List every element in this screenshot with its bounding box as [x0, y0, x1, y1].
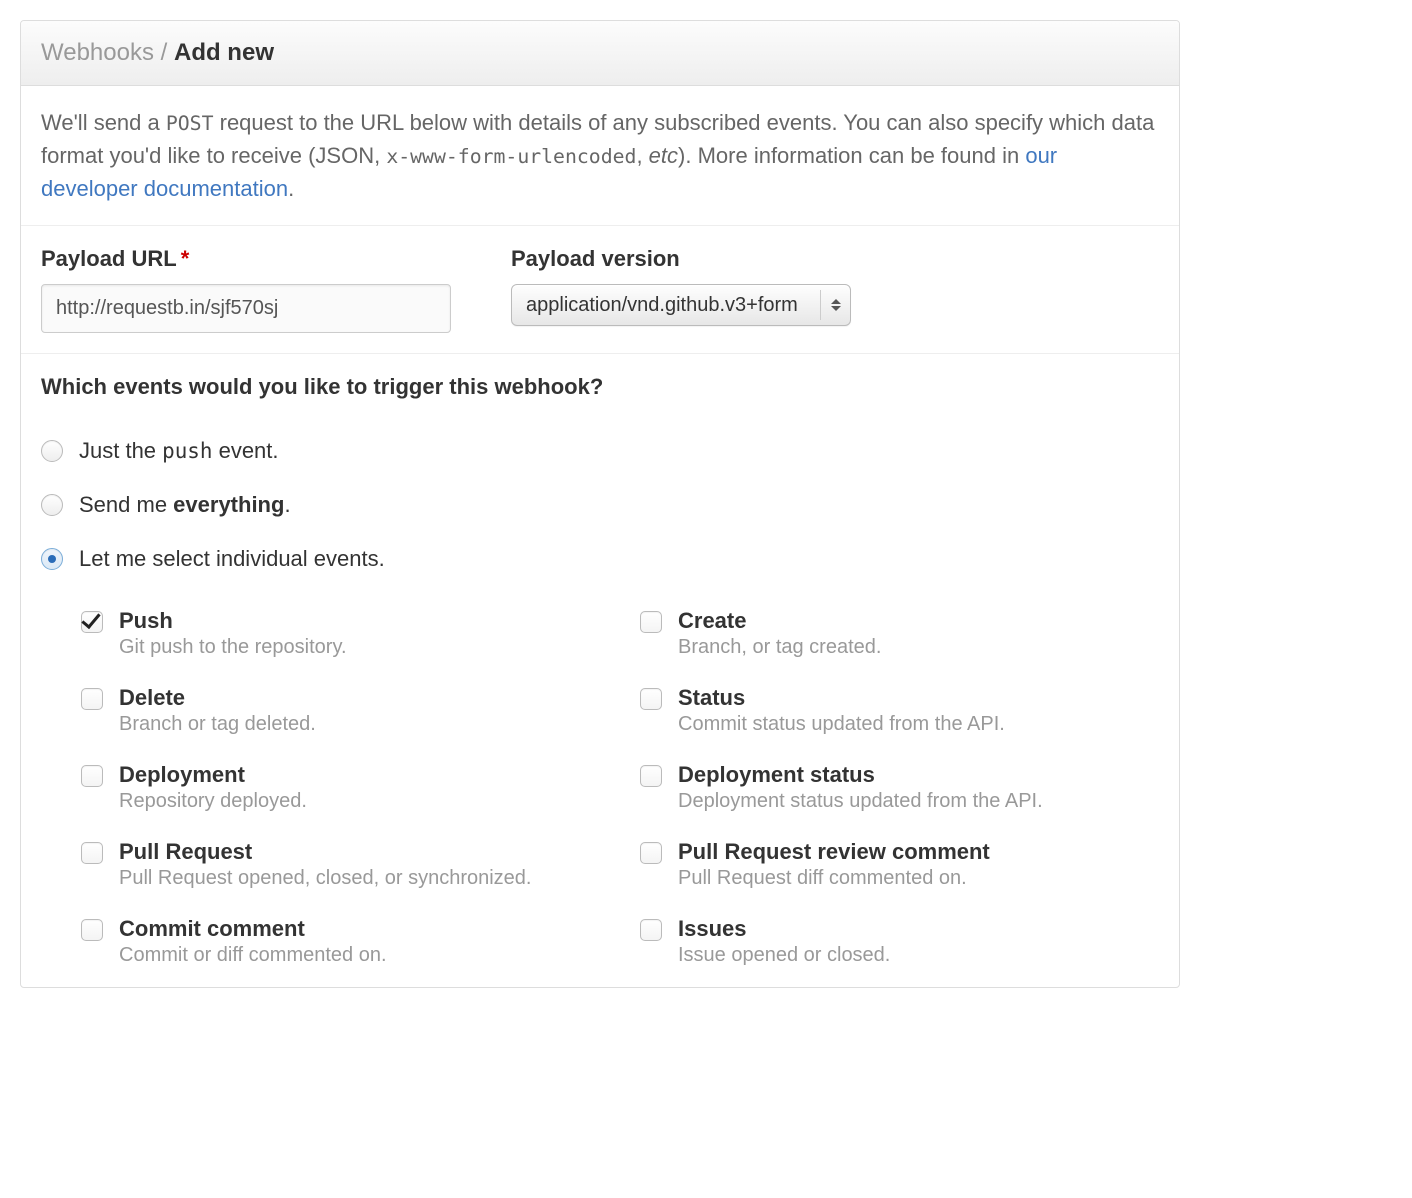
payload-url-input[interactable] [41, 284, 451, 333]
event-text: CreateBranch, or tag created. [678, 608, 881, 659]
trigger-option-push-only[interactable]: Just the push event. [41, 424, 1159, 478]
payload-version-select[interactable]: application/vnd.github.v3+form [511, 284, 851, 326]
event-desc: Commit status updated from the API. [678, 713, 1005, 736]
event-title: Status [678, 685, 1005, 711]
checkbox-icon[interactable] [640, 611, 662, 633]
event-item[interactable]: Deployment statusDeployment status updat… [640, 762, 1159, 813]
event-item[interactable]: Pull Request review commentPull Request … [640, 839, 1159, 890]
event-desc: Git push to the repository. [119, 636, 347, 659]
intro-section: We'll send a POST request to the URL bel… [21, 86, 1179, 226]
event-text: StatusCommit status updated from the API… [678, 685, 1005, 736]
event-item[interactable]: Commit commentCommit or diff commented o… [81, 916, 600, 967]
checkbox-icon[interactable] [81, 842, 103, 864]
event-text: DeploymentRepository deployed. [119, 762, 307, 813]
event-desc: Branch, or tag created. [678, 636, 881, 659]
event-text: IssuesIssue opened or closed. [678, 916, 890, 967]
radio-icon [41, 548, 63, 570]
text-fragment: Send me [79, 492, 173, 517]
etc-text: etc [649, 143, 678, 168]
trigger-option-individual[interactable]: Let me select individual events. [41, 532, 1159, 586]
label-text: Payload URL [41, 246, 177, 271]
event-desc: Commit or diff commented on. [119, 944, 387, 967]
event-text: Pull Request review commentPull Request … [678, 839, 990, 890]
form-encoding-code: x-www-form-urlencoded [386, 145, 636, 168]
checkbox-icon[interactable] [81, 688, 103, 710]
event-item[interactable]: DeleteBranch or tag deleted. [81, 685, 600, 736]
event-title: Push [119, 608, 347, 634]
select-separator [820, 290, 821, 320]
webhooks-panel: Webhooks / Add new We'll send a POST req… [20, 20, 1180, 988]
intro-fragment: , [636, 143, 648, 168]
intro-fragment: ). More information can be found in [678, 143, 1025, 168]
checkbox-icon[interactable] [640, 765, 662, 787]
post-code: POST [166, 112, 214, 135]
event-title: Pull Request review comment [678, 839, 990, 865]
events-question: Which events would you like to trigger t… [41, 374, 1159, 400]
bold-text: everything [173, 492, 284, 517]
trigger-option-everything[interactable]: Send me everything. [41, 478, 1159, 532]
intro-text: We'll send a POST request to the URL bel… [41, 106, 1159, 205]
event-title: Deployment [119, 762, 307, 788]
event-desc: Pull Request diff commented on. [678, 867, 990, 890]
intro-fragment: . [288, 176, 294, 201]
payload-url-label: Payload URL* [41, 246, 451, 272]
event-item[interactable]: StatusCommit status updated from the API… [640, 685, 1159, 736]
text-fragment: Just the [79, 438, 162, 463]
event-item[interactable]: IssuesIssue opened or closed. [640, 916, 1159, 967]
trigger-options: Just the push event. Send me everything.… [41, 424, 1159, 586]
event-item[interactable]: CreateBranch, or tag created. [640, 608, 1159, 659]
radio-label: Let me select individual events. [79, 546, 385, 572]
breadcrumb-parent[interactable]: Webhooks [41, 39, 154, 66]
event-title: Delete [119, 685, 316, 711]
event-title: Commit comment [119, 916, 387, 942]
event-title: Create [678, 608, 881, 634]
event-text: Pull RequestPull Request opened, closed,… [119, 839, 531, 890]
event-item[interactable]: PushGit push to the repository. [81, 608, 600, 659]
text-fragment: event. [212, 438, 278, 463]
checkbox-icon[interactable] [81, 765, 103, 787]
event-title: Deployment status [678, 762, 1043, 788]
event-text: DeleteBranch or tag deleted. [119, 685, 316, 736]
event-text: Commit commentCommit or diff commented o… [119, 916, 387, 967]
events-section: Which events would you like to trigger t… [21, 354, 1179, 987]
event-text: Deployment statusDeployment status updat… [678, 762, 1043, 813]
event-title: Pull Request [119, 839, 531, 865]
push-code: push [162, 439, 212, 463]
events-grid: PushGit push to the repository.CreateBra… [41, 608, 1159, 967]
checkbox-icon[interactable] [640, 842, 662, 864]
breadcrumb: Webhooks / Add new [41, 39, 274, 66]
checkbox-icon[interactable] [640, 919, 662, 941]
intro-fragment: We'll send a [41, 110, 166, 135]
radio-label: Send me everything. [79, 492, 291, 518]
event-text: PushGit push to the repository. [119, 608, 347, 659]
event-desc: Repository deployed. [119, 790, 307, 813]
required-asterisk: * [181, 246, 190, 271]
radio-icon [41, 440, 63, 462]
event-desc: Issue opened or closed. [678, 944, 890, 967]
event-item[interactable]: Pull RequestPull Request opened, closed,… [81, 839, 600, 890]
panel-header: Webhooks / Add new [21, 21, 1179, 86]
event-title: Issues [678, 916, 890, 942]
radio-label: Just the push event. [79, 438, 279, 464]
event-desc: Deployment status updated from the API. [678, 790, 1043, 813]
checkbox-icon[interactable] [81, 611, 103, 633]
radio-icon [41, 494, 63, 516]
breadcrumb-current: Add new [174, 39, 274, 66]
payload-version-label: Payload version [511, 246, 851, 272]
text-fragment: . [284, 492, 290, 517]
url-section: Payload URL* Payload version application… [21, 226, 1179, 354]
event-item[interactable]: DeploymentRepository deployed. [81, 762, 600, 813]
checkbox-icon[interactable] [640, 688, 662, 710]
event-desc: Pull Request opened, closed, or synchron… [119, 867, 531, 890]
checkbox-icon[interactable] [81, 919, 103, 941]
event-desc: Branch or tag deleted. [119, 713, 316, 736]
